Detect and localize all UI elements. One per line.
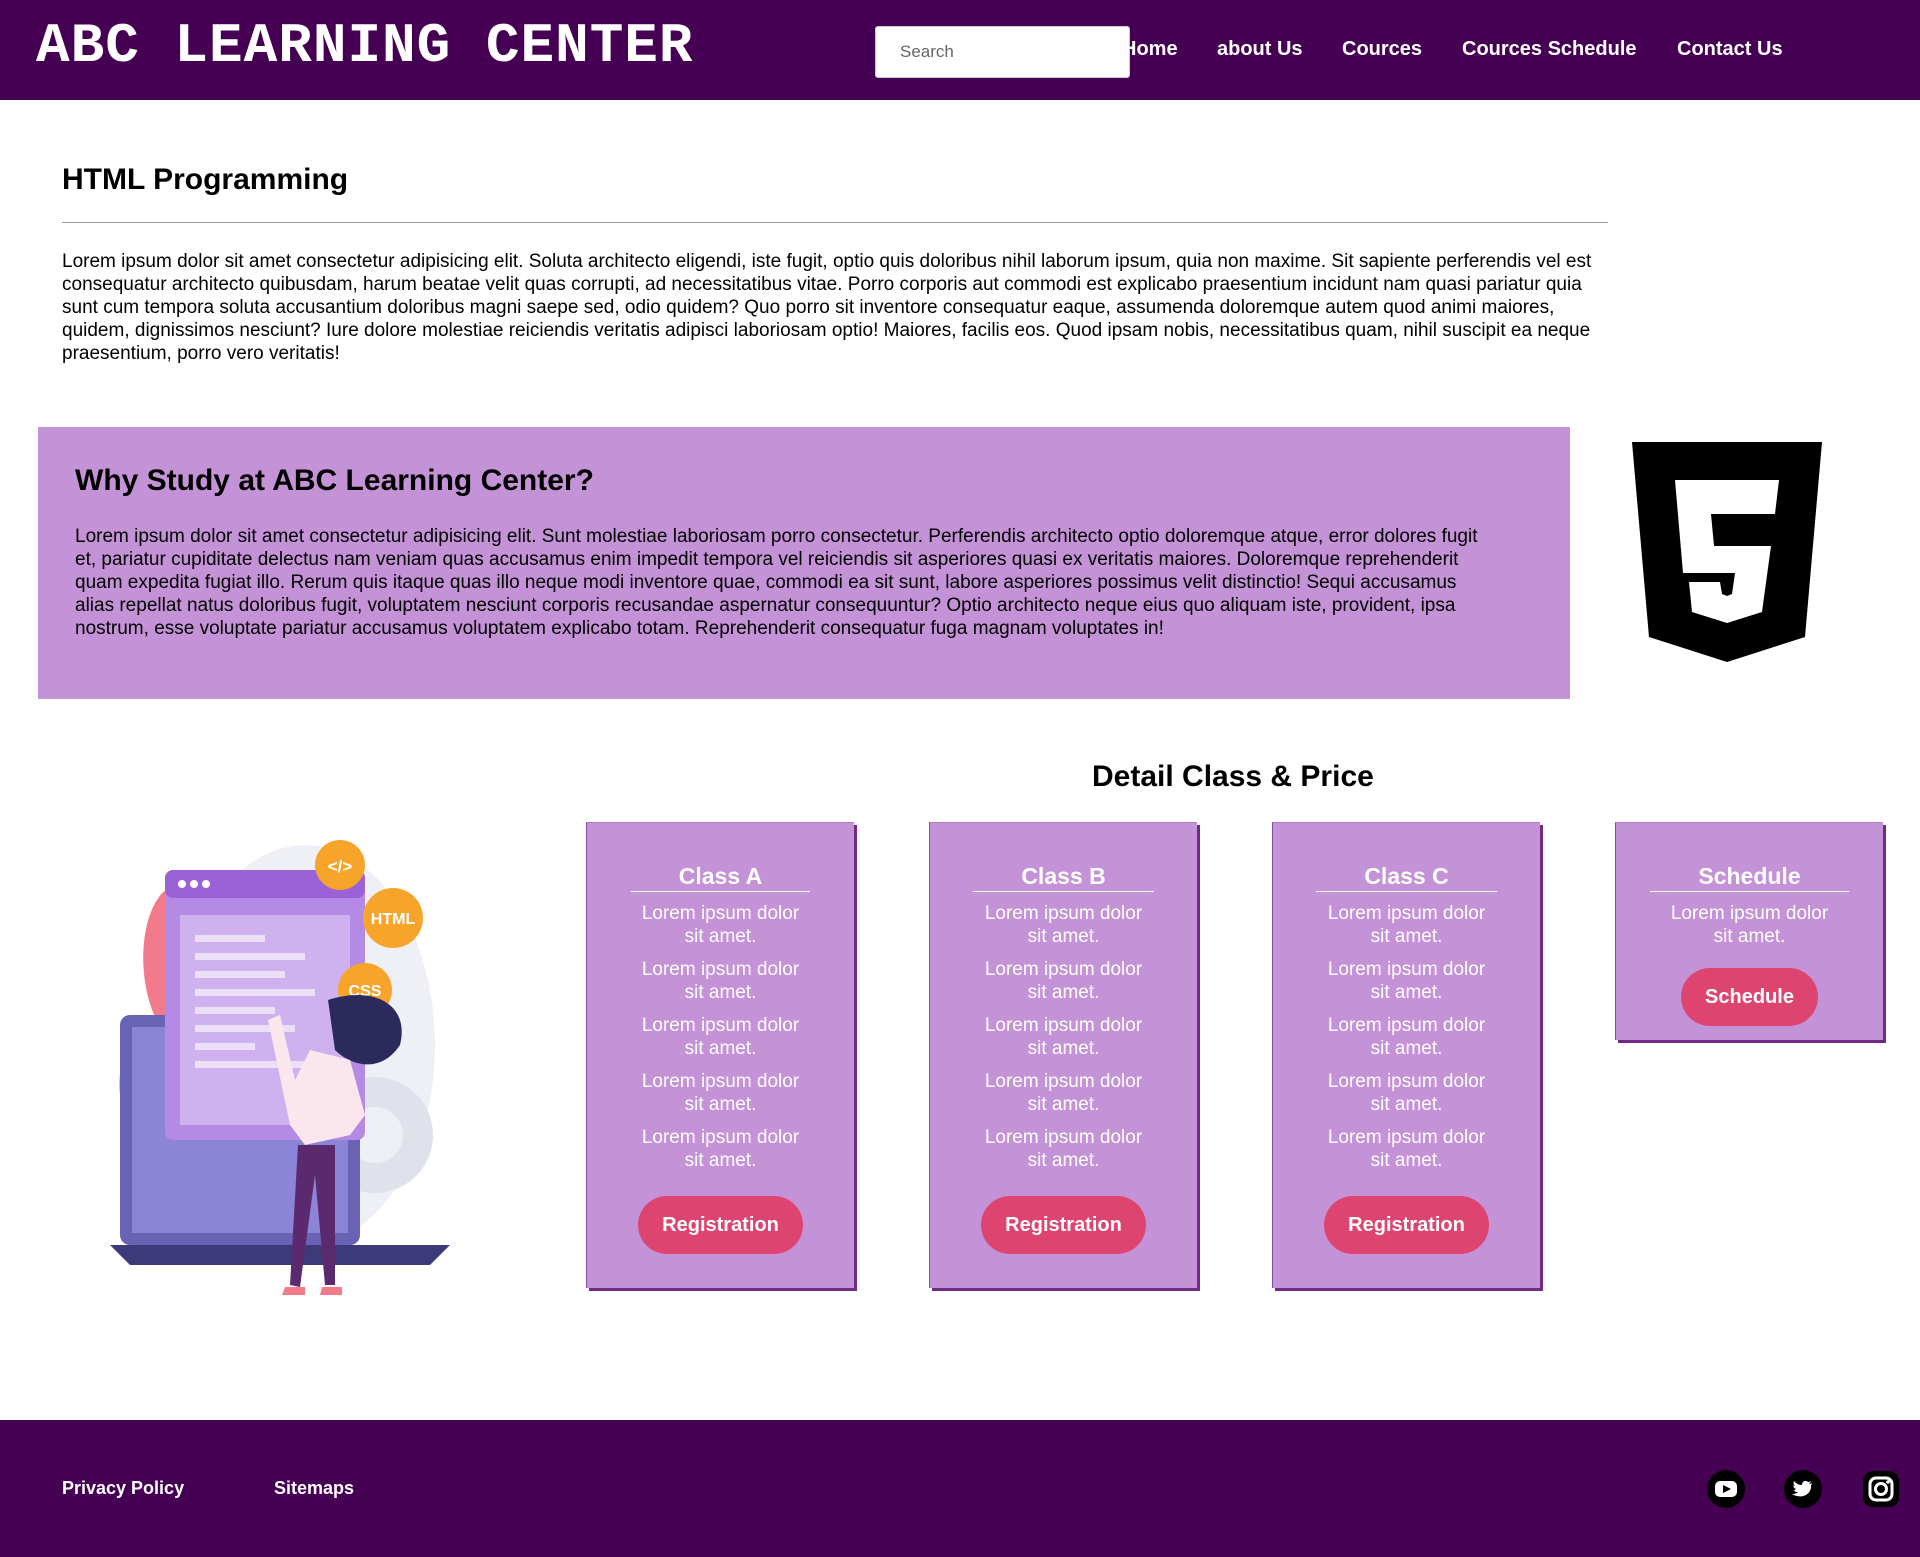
class-a-card: Class A Lorem ipsum dolor sit amet. Lore… [586, 822, 854, 1288]
class-b-item: Lorem ipsum dolor sit amet. [984, 1127, 1143, 1171]
schedule-item: Lorem ipsum dolor sit amet. [1670, 903, 1829, 947]
why-study-paragraph: Lorem ipsum dolor sit amet consectetur a… [75, 526, 1478, 639]
nav-contact-us[interactable]: Contact Us [1677, 38, 1783, 61]
class-c-card: Class C Lorem ipsum dolor sit amet. Lore… [1272, 822, 1540, 1288]
instagram-icon[interactable] [1862, 1470, 1900, 1508]
class-a-item: Lorem ipsum dolor sit amet. [641, 903, 800, 947]
nav-about-us[interactable]: about Us [1217, 38, 1303, 61]
sitemaps-link[interactable]: Sitemaps [274, 1478, 354, 1499]
nav-cources-schedule[interactable]: Cources Schedule [1462, 38, 1637, 61]
class-c-item: Lorem ipsum dolor sit amet. [1327, 959, 1486, 1003]
schedule-button[interactable]: Schedule [1681, 968, 1818, 1026]
class-b-registration-button[interactable]: Registration [981, 1196, 1146, 1254]
nav-cources[interactable]: Cources [1342, 38, 1422, 61]
class-c-item: Lorem ipsum dolor sit amet. [1327, 1127, 1486, 1171]
detail-title: Detail Class & Price [1092, 760, 1374, 793]
title-divider [62, 222, 1608, 223]
class-a-item: Lorem ipsum dolor sit amet. [641, 959, 800, 1003]
nav-home[interactable]: Home [1122, 38, 1178, 61]
class-a-item: Lorem ipsum dolor sit amet. [641, 1015, 800, 1059]
schedule-card: Schedule Lorem ipsum dolor sit amet. Sch… [1615, 822, 1883, 1040]
privacy-policy-link[interactable]: Privacy Policy [62, 1478, 184, 1499]
class-b-title: Class B [973, 863, 1154, 892]
class-a-item: Lorem ipsum dolor sit amet. [641, 1071, 800, 1115]
page-title: HTML Programming [62, 163, 349, 196]
class-a-registration-button[interactable]: Registration [638, 1196, 803, 1254]
why-study-panel: Why Study at ABC Learning Center? Lorem … [38, 427, 1570, 699]
class-c-item: Lorem ipsum dolor sit amet. [1327, 903, 1486, 947]
youtube-icon[interactable] [1707, 1470, 1745, 1508]
html-badge: HTML [371, 911, 416, 928]
class-c-item: Lorem ipsum dolor sit amet. [1327, 1015, 1486, 1059]
schedule-title: Schedule [1650, 863, 1849, 892]
class-b-item: Lorem ipsum dolor sit amet. [984, 959, 1143, 1003]
developer-illustration: </> HTML CSS [110, 840, 450, 1295]
class-b-item: Lorem ipsum dolor sit amet. [984, 1071, 1143, 1115]
brand-logo-text[interactable]: ABC LEARNING CENTER [36, 14, 694, 78]
site-header: ABC LEARNING CENTER Home about Us Cource… [0, 0, 1920, 100]
class-b-item: Lorem ipsum dolor sit amet. [984, 1015, 1143, 1059]
code-badge: </> [328, 857, 353, 876]
class-a-item: Lorem ipsum dolor sit amet. [641, 1127, 800, 1171]
class-c-title: Class C [1316, 863, 1497, 892]
why-study-title: Why Study at ABC Learning Center? [75, 464, 594, 497]
class-b-item: Lorem ipsum dolor sit amet. [984, 903, 1143, 947]
class-c-registration-button[interactable]: Registration [1324, 1196, 1489, 1254]
main-nav: Home about Us Cources Cources Schedule C… [920, 38, 1920, 68]
site-footer: Privacy Policy Sitemaps [0, 1420, 1920, 1557]
class-a-title: Class A [630, 863, 811, 892]
intro-paragraph: Lorem ipsum dolor sit amet consectetur a… [62, 251, 1592, 364]
html5-icon [1632, 442, 1822, 662]
class-c-item: Lorem ipsum dolor sit amet. [1327, 1071, 1486, 1115]
class-b-card: Class B Lorem ipsum dolor sit amet. Lore… [929, 822, 1197, 1288]
twitter-icon[interactable] [1784, 1470, 1822, 1508]
